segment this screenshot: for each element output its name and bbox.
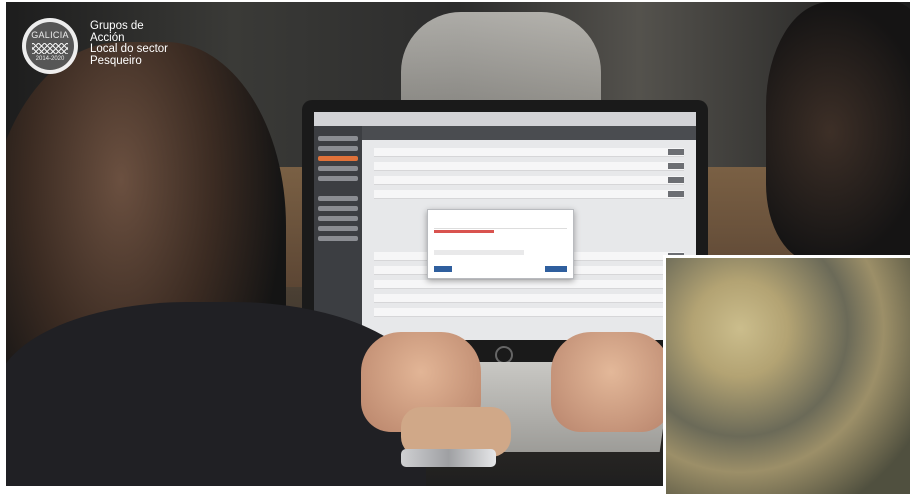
sidebar-item [318, 136, 358, 141]
sidebar-item [318, 146, 358, 151]
list-item [374, 190, 684, 199]
app-sidebar [314, 126, 362, 340]
person-right [766, 2, 910, 262]
modal-input-field [434, 250, 524, 255]
modal-next-button [545, 266, 567, 272]
list-item [374, 308, 684, 317]
logo-title: GALICIA [31, 30, 69, 40]
sidebar-item [318, 176, 358, 181]
sidebar-item-active [318, 156, 358, 161]
net-icon [32, 43, 68, 54]
galicia-logo-icon: GALICIA 2014-2020 [22, 18, 78, 74]
sidebar-item [318, 226, 358, 231]
modal-tabs [434, 218, 567, 229]
sidebar-item [318, 216, 358, 221]
browser-toolbar [314, 112, 696, 126]
list-item [374, 294, 684, 303]
modal-dialog [427, 209, 574, 279]
list-item [374, 148, 684, 157]
hand-right [551, 332, 671, 432]
logo-caption-line: Grupos de [90, 20, 144, 32]
sidebar-item [318, 166, 358, 171]
list-item [374, 176, 684, 185]
logo-caption: Grupos de Acción Local do sector Pesquei… [90, 20, 230, 67]
wristwatch [401, 449, 496, 467]
logo-caption-line: Pesqueiro [90, 54, 142, 67]
sidebar-item [318, 196, 358, 201]
inset-closeup-image [663, 255, 910, 494]
modal-progress-bar [434, 230, 494, 233]
app-header [362, 126, 696, 140]
logo-years: 2014-2020 [35, 56, 65, 62]
logo-caption-line: Local do sector [90, 43, 168, 55]
modal-back-button [434, 266, 452, 272]
sidebar-item [318, 206, 358, 211]
laptop-screen [314, 112, 696, 340]
sidebar-item [318, 236, 358, 241]
list-item [374, 162, 684, 171]
list-item [374, 280, 684, 289]
